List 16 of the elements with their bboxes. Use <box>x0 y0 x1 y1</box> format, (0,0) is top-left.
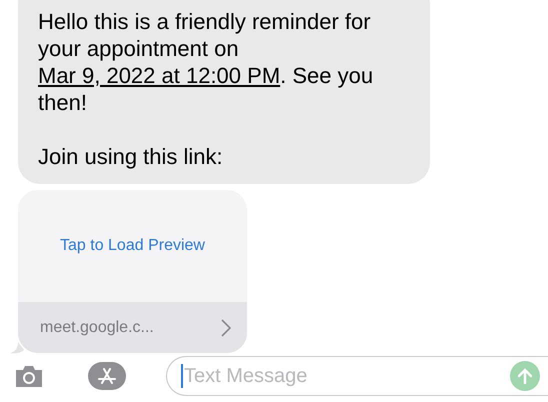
link-preview-card[interactable]: Tap to Load Preview meet.google.c... <box>18 190 247 353</box>
app-store-button[interactable] <box>88 362 126 390</box>
text-cursor-icon <box>181 364 183 388</box>
camera-icon[interactable] <box>14 364 44 388</box>
message-text: Join using this link: <box>38 143 224 170</box>
link-domain: meet.google.c... <box>40 318 154 338</box>
app-store-icon <box>98 368 116 384</box>
send-button[interactable] <box>510 361 540 391</box>
date-link[interactable]: Mar 9, 2022 at 12:00 PM <box>38 63 280 88</box>
bubble-tail-icon <box>10 342 24 354</box>
arrow-up-icon <box>518 368 532 384</box>
message-input[interactable]: Text Message <box>184 361 510 391</box>
load-preview-link[interactable]: Tap to Load Preview <box>60 234 205 258</box>
message-field[interactable]: Text Message <box>166 356 548 396</box>
chevron-icon <box>221 318 231 336</box>
message-text: Hello this is a friendly reminder for your appointment on Mar 9, 2022 at 12:00 PM. See you then! <box>38 8 374 116</box>
